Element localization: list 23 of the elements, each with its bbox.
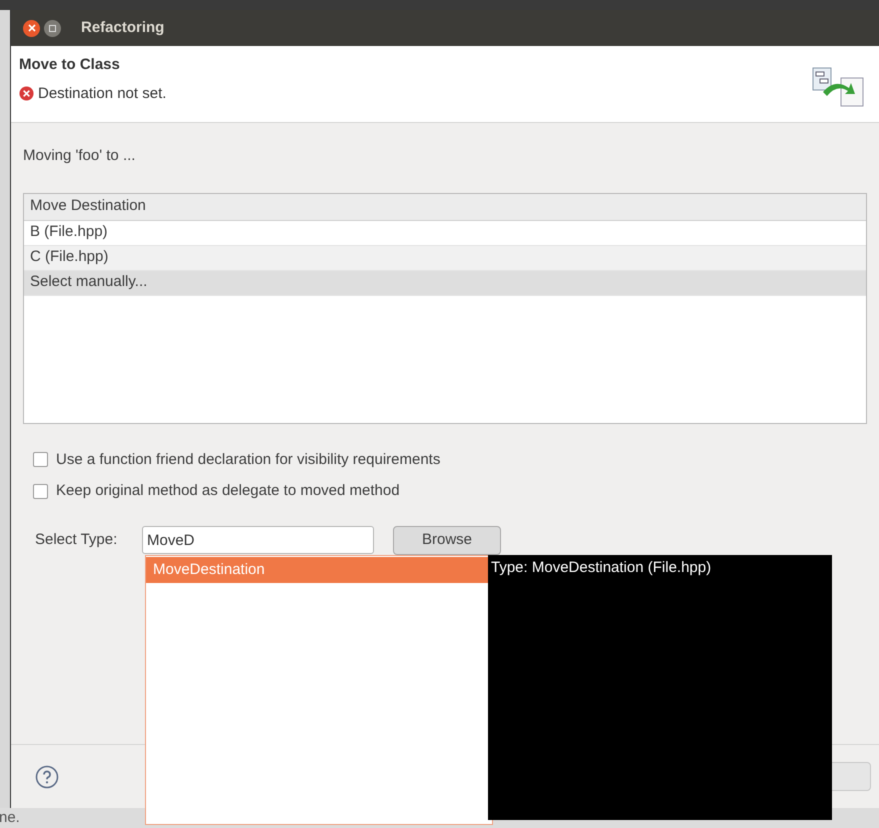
option-label: Use a function friend declaration for visibility requirements	[56, 450, 440, 470]
option-label: Keep original method as delegate to moved method	[56, 481, 400, 501]
checkbox[interactable]	[33, 452, 48, 468]
column-header[interactable]: Move Destination	[24, 194, 866, 220]
error-message: Destination not set.	[38, 84, 166, 104]
type-field[interactable]: MoveD	[142, 526, 374, 554]
table-row[interactable]: B (File.hpp)	[24, 220, 866, 246]
table-row[interactable]: C (File.hpp)	[24, 246, 866, 270]
close-button[interactable]	[23, 20, 40, 36]
help-icon[interactable]	[35, 764, 59, 788]
table-row[interactable]: Select manually...	[24, 270, 866, 296]
background-text: ne.	[0, 808, 20, 828]
maximize-icon	[49, 24, 56, 32]
select-type-label: Select Type:	[35, 530, 118, 550]
page-title: Move to Class	[19, 55, 121, 75]
window-title: Refactoring	[81, 18, 164, 38]
error-icon	[19, 86, 34, 102]
tooltip: Type: MoveDestination (File.hpp)	[488, 555, 832, 820]
checkbox[interactable]	[33, 484, 48, 499]
maximize-button[interactable]	[44, 20, 61, 36]
close-icon	[28, 24, 36, 32]
browse-button[interactable]: Browse	[393, 526, 501, 554]
moving-label: Moving 'foo' to ...	[23, 146, 136, 166]
